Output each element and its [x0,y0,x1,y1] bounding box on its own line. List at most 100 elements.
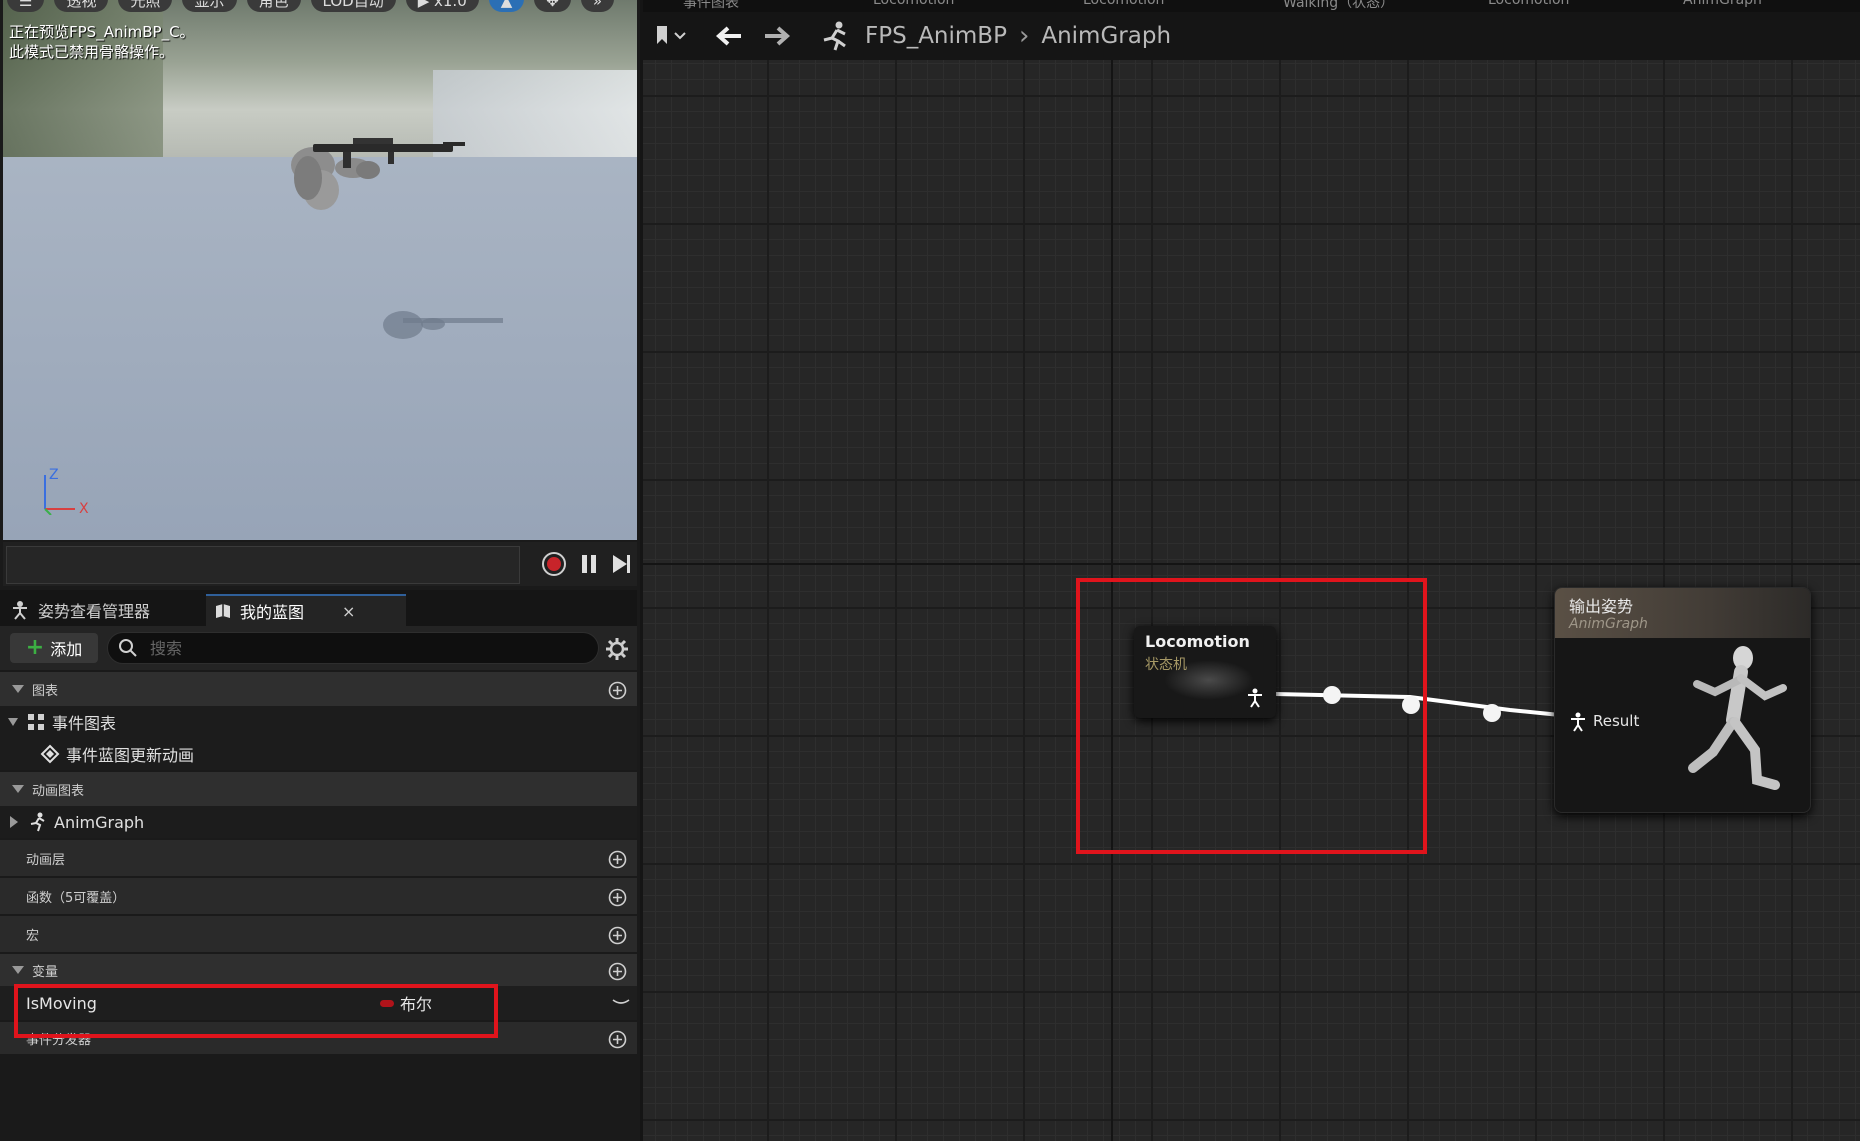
tree-item-event-blueprint-update-label: 事件蓝图更新动画 [66,746,195,765]
section-variables-label: 变量 [32,964,59,980]
section-functions-label: 函数（5可覆盖） [26,890,126,906]
graph-tab[interactable]: Locomotion [1083,0,1164,8]
graph-tab[interactable]: 事件图表 [683,0,739,12]
anim-graph-canvas[interactable] [643,0,1860,1141]
axis-z-label: Z [49,467,59,483]
section-macros[interactable]: 宏 [0,914,637,952]
section-functions[interactable]: 函数（5可覆盖） [0,876,637,914]
add-function-icon[interactable] [608,888,627,907]
animgraph-running-icon [823,21,846,51]
collapse-arrow-icon [12,685,24,693]
gear-icon[interactable] [604,636,630,662]
lod-button[interactable]: LOD自动 [310,0,396,12]
variable-highlight-box [14,984,498,1038]
result-pin-label: Result [1593,712,1640,730]
breadcrumb-root[interactable]: FPS_AnimBP [865,23,1007,49]
bookmark-icon[interactable] [655,24,689,48]
collapse-arrow-icon [12,966,24,974]
output-pose-subtitle: AnimGraph [1569,616,1648,632]
tree-item-event-graph[interactable]: 事件图表 [0,706,637,738]
search-icon [119,639,137,657]
add-variable-icon[interactable] [608,962,627,981]
record-icon[interactable] [540,550,568,578]
add-button[interactable]: + 添加 [10,633,98,663]
event-diamond-icon [40,744,60,764]
animgraph-running-icon [30,812,45,832]
visibility-eye-closed-icon[interactable] [611,994,631,1010]
viewport-message: 正在预览FPS_AnimBP_C。 此模式已禁用骨骼操作。 [9,22,195,62]
lighting-button[interactable]: 光照 [118,0,173,12]
section-graphs[interactable]: 图表 [0,670,637,706]
graph-breadcrumb-bar: FPS_AnimBP › AnimGraph [643,12,1860,60]
perspective-button[interactable]: 透视 [54,0,109,12]
playback-speed-button[interactable]: ▶ x1.0 [405,0,479,12]
tab-pose-watch-manager-label: 姿势查看管理器 [38,602,151,621]
tree-item-event-blueprint-update[interactable]: 事件蓝图更新动画 [0,738,637,770]
section-anim-graphs-label: 动画图表 [32,783,85,799]
section-graphs-label: 图表 [32,683,59,699]
tree-item-event-graph-label: 事件图表 [52,714,117,733]
forward-arrow-icon[interactable] [763,24,791,48]
select-mode-button[interactable]: ▲ [488,0,525,12]
axis-x-label: X [79,501,89,515]
tab-my-blueprint-label: 我的蓝图 [240,603,305,622]
search-input[interactable] [150,638,570,658]
graph-origin-horizontal [643,563,1860,565]
graph-tab[interactable]: Locomotion [873,0,954,8]
running-mannequin-icon [1688,646,1787,790]
tab-my-blueprint[interactable]: 我的蓝图 × [206,594,406,626]
character-mesh [291,138,465,210]
character-button[interactable]: 角色 [246,0,301,12]
search-box[interactable] [107,632,599,664]
tree-item-animgraph-label: AnimGraph [54,812,145,832]
axis-gizmo: Z X [44,467,89,515]
section-anim-layers-label: 动画层 [26,852,66,868]
section-macros-label: 宏 [26,928,40,944]
viewport-message-line-2: 此模式已禁用骨骼操作。 [9,43,175,61]
close-tab-icon[interactable]: × [342,602,355,621]
output-pose-node[interactable]: 输出姿势 AnimGraph Result [1554,587,1811,813]
transform-mode-button[interactable]: ✥ [534,0,571,12]
panel-tab-bar: 姿势查看管理器 我的蓝图 × [0,590,637,626]
graph-tab[interactable]: AnimGraph [1683,0,1762,8]
breadcrumb-current[interactable]: AnimGraph [1041,23,1171,49]
step-forward-icon[interactable] [607,550,635,578]
back-arrow-icon[interactable] [715,24,743,48]
graph-tab[interactable]: Locomotion [1488,0,1569,8]
left-panel: ☰ 透视 光照 显示 角色 LOD自动 ▶ x1.0 ▲ ✥ » 正在预览FPS… [0,0,640,1141]
add-anim-layer-icon[interactable] [608,850,627,869]
timeline-bar [3,542,637,586]
tree-item-animgraph[interactable]: AnimGraph [0,806,637,838]
show-button[interactable]: 显示 [182,0,237,12]
my-blueprint-toolbar: + 添加 [0,626,637,670]
section-variables[interactable]: 变量 [0,952,637,986]
output-pose-title: 输出姿势 [1569,597,1634,616]
pause-icon[interactable] [575,550,603,578]
pose-icon [13,601,27,620]
character-shadow [383,311,503,339]
timeline-scrubber[interactable] [6,546,520,584]
add-macro-icon[interactable] [608,926,627,945]
tab-pose-watch-manager[interactable]: 姿势查看管理器 [2,594,158,626]
collapse-arrow-icon [12,785,24,793]
blueprint-book-icon [216,604,230,618]
animation-preview-viewport[interactable]: ☰ 透视 光照 显示 角色 LOD自动 ▶ x1.0 ▲ ✥ » 正在预览FPS… [3,0,637,540]
add-button-label: 添加 [50,640,83,659]
add-graph-icon[interactable] [608,681,627,700]
expand-arrow-icon [10,816,18,828]
breadcrumb-chevron-icon: › [1018,21,1030,51]
pose-input-pin-icon[interactable] [1569,712,1587,732]
locomotion-highlight-box [1076,578,1427,854]
section-anim-graphs[interactable]: 动画图表 [0,770,637,806]
expand-arrow-icon [8,718,18,726]
graph-tab-strip: 事件图表 Locomotion Locomotion Walking（状态） L… [643,0,1860,12]
viewport-toolbar: ☰ 透视 光照 显示 角色 LOD自动 ▶ x1.0 ▲ ✥ » [7,0,615,12]
event-graph-icon [28,714,44,730]
section-anim-layers[interactable]: 动画层 [0,838,637,876]
viewport-more-button[interactable]: » [580,0,615,12]
add-event-dispatcher-icon[interactable] [608,1030,627,1049]
graph-tab[interactable]: Walking（状态） [1283,0,1394,12]
viewport-message-line-1: 正在预览FPS_AnimBP_C。 [9,23,195,41]
viewport-menu-button[interactable]: ☰ [7,0,45,12]
breadcrumb: FPS_AnimBP › AnimGraph [865,18,1171,54]
